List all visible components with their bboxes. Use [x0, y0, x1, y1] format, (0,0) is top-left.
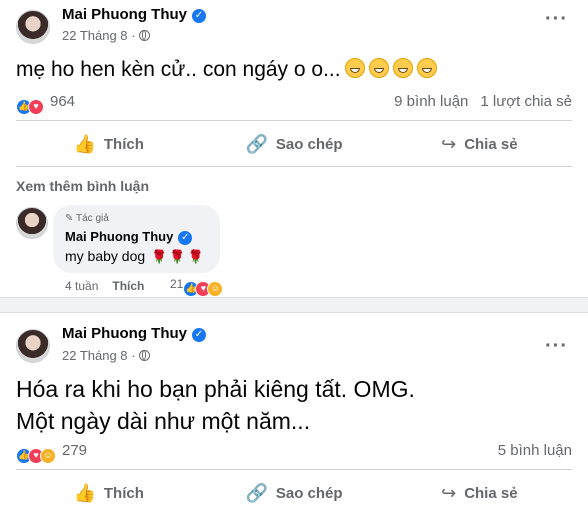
avatar[interactable] — [16, 10, 50, 44]
copy-button[interactable]: 🔗 Sao chép — [201, 476, 386, 510]
action-bar: 👍 Thích 🔗 Sao chép ↪ Chia sẻ — [16, 127, 572, 161]
comment-count[interactable]: 9 bình luận — [394, 93, 468, 110]
avatar[interactable] — [16, 329, 50, 363]
post-date[interactable]: 22 Tháng 8 · — [62, 28, 151, 43]
post-card: Mai Phuong Thuy ✓ 22 Tháng 8 · ··· mẹ ho … — [0, 0, 588, 298]
verified-badge-icon: ✓ — [192, 328, 206, 342]
comment-time[interactable]: 4 tuần — [65, 279, 98, 293]
more-options-icon[interactable]: ··· — [545, 8, 568, 31]
link-icon: 🔗 — [245, 482, 268, 503]
reaction-summary[interactable]: 👍 ♥ 964 — [16, 93, 75, 115]
post-text: Hóa ra khi ho bạn phải kiêng tất. OMG. — [16, 376, 415, 402]
more-options-icon[interactable]: ··· — [545, 335, 568, 358]
like-button[interactable]: 👍 Thích — [16, 476, 201, 510]
globe-icon — [139, 350, 151, 361]
share-button[interactable]: ↪ Chia sẻ — [387, 127, 572, 161]
comment-like-button[interactable]: Thích — [112, 279, 144, 293]
verified-badge-icon: ✓ — [192, 9, 206, 23]
verified-badge-icon: ✓ — [178, 231, 193, 245]
like-button[interactable]: 👍 Thích — [16, 127, 201, 161]
comment-bubble: ✎ Tác giả Mai Phuong Thuy ✓ my baby dog 🌹… — [53, 205, 220, 273]
rose-emoji-icon: 🌹 — [151, 249, 168, 264]
author-tag: ✎ Tác giả — [65, 213, 109, 224]
share-arrow-icon: ↪ — [441, 482, 457, 503]
author-name[interactable]: Mai Phuong Thuy ✓ — [62, 6, 206, 23]
post-text: mẹ ho hen kèn cử.. con ngáy o o... — [16, 54, 437, 85]
love-reaction-icon: ♥ — [28, 99, 44, 115]
post-card: Mai Phuong Thuy ✓ 22 Tháng 8 · ··· Hóa ra… — [0, 312, 588, 517]
globe-icon — [139, 30, 151, 41]
thumbs-up-icon: 👍 — [73, 482, 96, 503]
link-icon: 🔗 — [245, 133, 268, 154]
divider — [16, 469, 572, 470]
comment-author[interactable]: Mai Phuong Thuy ✓ — [65, 229, 193, 245]
grin-emoji-icon — [416, 58, 437, 78]
copy-button[interactable]: 🔗 Sao chép — [201, 127, 386, 161]
reaction-summary[interactable]: 👍 ♥ ☺ 279 — [16, 442, 87, 464]
divider — [16, 120, 572, 121]
pen-icon: ✎ — [65, 213, 74, 224]
post-stats: 5 bình luận — [498, 442, 572, 459]
post-text: Một ngày dài như một năm... — [16, 408, 311, 434]
grin-emoji-icon — [344, 58, 365, 78]
divider — [16, 166, 572, 167]
share-count[interactable]: 1 lượt chia sẻ — [480, 93, 572, 110]
care-reaction-icon: ☺ — [40, 448, 56, 464]
grin-emoji-icon — [368, 58, 389, 78]
comment-count[interactable]: 5 bình luận — [498, 442, 572, 459]
post-date[interactable]: 22 Tháng 8 · — [62, 348, 151, 363]
see-more-comments-link[interactable]: Xem thêm bình luận — [16, 178, 149, 194]
comment-meta: 4 tuần Thích — [65, 279, 144, 293]
rose-emoji-icon: 🌹 — [187, 249, 204, 264]
author-name[interactable]: Mai Phuong Thuy ✓ — [62, 325, 206, 342]
share-button[interactable]: ↪ Chia sẻ — [387, 476, 572, 510]
comment-avatar[interactable] — [16, 207, 48, 239]
comment-reactions[interactable]: 21 👍 ♥ ☺ — [170, 277, 224, 297]
rose-emoji-icon: 🌹 — [169, 249, 186, 264]
action-bar: 👍 Thích 🔗 Sao chép ↪ Chia sẻ — [16, 476, 572, 510]
comment-text: my baby dog 🌹 🌹 🌹 — [65, 248, 204, 264]
share-arrow-icon: ↪ — [441, 133, 457, 154]
post-stats: 9 bình luận 1 lượt chia sẻ — [394, 93, 572, 110]
thumbs-up-icon: 👍 — [73, 133, 96, 154]
care-reaction-icon: ☺ — [207, 281, 224, 297]
grin-emoji-icon — [392, 58, 413, 78]
